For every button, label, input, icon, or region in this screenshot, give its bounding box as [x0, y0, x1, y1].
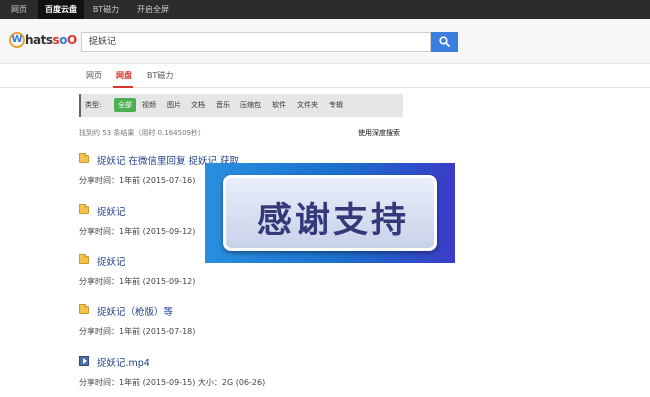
banner-panel: 感谢支持 — [223, 175, 437, 251]
topbar-tab-baidu-pan[interactable]: 百度云盘 — [38, 0, 84, 19]
tab-web[interactable]: 网页 — [86, 70, 102, 81]
topbar-tab-bt[interactable]: BT磁力 — [84, 0, 128, 19]
type-filter-bar: 类型: 全部 视频 图片 文档 音乐 压缩包 软件 文件夹 专辑 — [79, 94, 403, 117]
result-title-link[interactable]: 捉妖记 — [97, 204, 126, 218]
video-icon — [79, 356, 89, 366]
folder-icon — [79, 304, 89, 314]
active-tab-indicator — [113, 86, 133, 88]
folder-icon — [79, 153, 89, 163]
top-bar: 网页 百度云盘 BT磁力 开启全屏 — [0, 0, 650, 19]
filter-software[interactable]: 软件 — [272, 100, 286, 110]
filter-music[interactable]: 音乐 — [216, 100, 230, 110]
search-input[interactable]: 捉妖记 — [81, 32, 431, 52]
result-title-link[interactable]: 捉妖记（枪版）等 — [97, 304, 173, 318]
search-button[interactable] — [431, 32, 458, 52]
result-meta: 分享时间：1年前 (2015-09-12) — [79, 227, 196, 236]
folder-icon — [79, 204, 89, 214]
result-title-link[interactable]: 捉妖记 — [97, 254, 126, 268]
filter-all[interactable]: 全部 — [114, 98, 136, 112]
banner-text: 感谢支持 — [256, 201, 409, 241]
logo-w-icon: W — [9, 32, 25, 48]
search-type-tabs: 网页 网盘 BT磁力 — [0, 64, 650, 88]
result-meta: 分享时间：1年前 (2015-09-12) — [79, 277, 196, 286]
search-icon — [439, 36, 450, 47]
filter-album[interactable]: 专辑 — [329, 100, 343, 110]
topbar-tab-web[interactable]: 网页 — [0, 0, 38, 19]
result-title-link[interactable]: 捉妖记.mp4 — [97, 355, 150, 369]
result-count: 找到约 53 条结果（用时 0.164509秒） — [79, 129, 205, 137]
filter-image[interactable]: 图片 — [167, 100, 181, 110]
result-meta: 分享时间：1年前 (2015-09-15) 大小：2G (06-26) — [79, 378, 266, 387]
logo-text: hatssoO — [25, 33, 77, 47]
result-meta: 分享时间：1年前 (2015-07-16) — [79, 176, 196, 185]
filter-document[interactable]: 文档 — [191, 100, 205, 110]
header: W hatssoO 捉妖记 — [0, 19, 650, 64]
tab-netdisk[interactable]: 网盘 — [116, 70, 132, 81]
filter-folder[interactable]: 文件夹 — [297, 100, 318, 110]
result-meta: 分享时间：1年前 (2015-07-18) — [79, 327, 196, 336]
thanks-banner: 感谢支持 — [205, 163, 455, 263]
filter-archive[interactable]: 压缩包 — [240, 100, 261, 110]
topbar-tab-fullscreen[interactable]: 开启全屏 — [128, 0, 178, 19]
filter-video[interactable]: 视频 — [142, 100, 156, 110]
site-logo[interactable]: W hatssoO — [9, 31, 77, 51]
deep-search-link[interactable]: 使用深度搜索 — [358, 128, 400, 138]
folder-icon — [79, 254, 89, 264]
tab-bt[interactable]: BT磁力 — [147, 70, 173, 81]
filter-label: 类型: — [85, 101, 102, 109]
